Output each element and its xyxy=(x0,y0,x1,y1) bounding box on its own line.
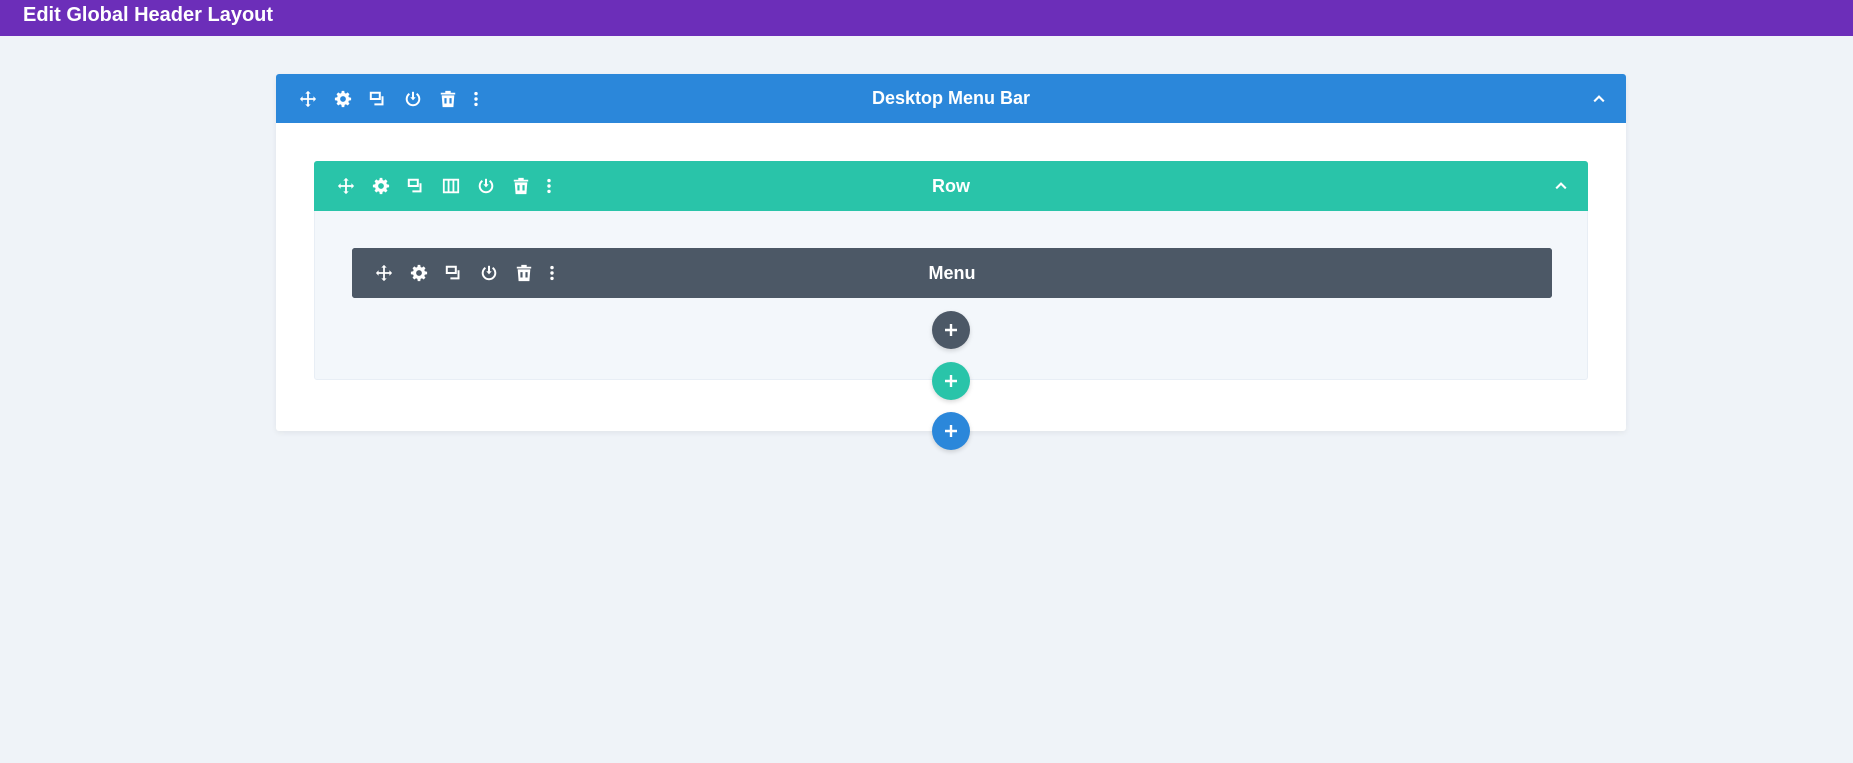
row-tools xyxy=(328,171,560,201)
add-module-button[interactable] xyxy=(932,311,970,349)
duplicate-icon[interactable] xyxy=(398,171,433,201)
move-icon[interactable] xyxy=(328,171,363,201)
plus-icon xyxy=(944,374,958,388)
trash-icon[interactable] xyxy=(503,171,538,201)
module-tools xyxy=(366,258,563,288)
add-section-button[interactable] xyxy=(932,412,970,450)
more-vertical-icon[interactable] xyxy=(465,84,487,114)
power-icon[interactable] xyxy=(471,258,506,288)
module-menu[interactable]: Menu xyxy=(352,248,1552,298)
plus-icon xyxy=(944,424,958,438)
move-icon[interactable] xyxy=(290,84,325,114)
chevron-up-icon[interactable] xyxy=(1548,161,1574,211)
power-icon[interactable] xyxy=(468,171,503,201)
gear-icon[interactable] xyxy=(325,84,360,114)
row-toolbar[interactable]: Row xyxy=(314,161,1588,211)
add-row-button[interactable] xyxy=(932,362,970,400)
more-vertical-icon[interactable] xyxy=(538,171,560,201)
page-title-bar: Edit Global Header Layout xyxy=(0,0,1853,36)
trash-icon[interactable] xyxy=(430,84,465,114)
page-title: Edit Global Header Layout xyxy=(23,4,274,26)
section-tools xyxy=(290,84,487,114)
move-icon[interactable] xyxy=(366,258,401,288)
power-icon[interactable] xyxy=(395,84,430,114)
plus-icon xyxy=(944,323,958,337)
duplicate-icon[interactable] xyxy=(436,258,471,288)
gear-icon[interactable] xyxy=(363,171,398,201)
duplicate-icon[interactable] xyxy=(360,84,395,114)
more-vertical-icon[interactable] xyxy=(541,258,563,288)
section-toolbar[interactable]: Desktop Menu Bar xyxy=(276,74,1626,123)
chevron-up-icon[interactable] xyxy=(1586,74,1612,123)
trash-icon[interactable] xyxy=(506,258,541,288)
module-toolbar[interactable]: Menu xyxy=(352,248,1552,298)
gear-icon[interactable] xyxy=(401,258,436,288)
columns-icon[interactable] xyxy=(433,171,468,201)
